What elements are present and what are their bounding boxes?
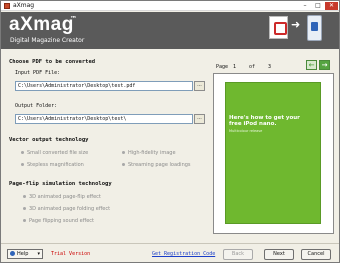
bullet-icon [23,219,26,222]
preview-page [225,82,321,224]
window-title: aXmag [13,2,35,9]
vector-option: Small converted file size [21,150,88,156]
input-pdf-label: Input PDF File: [15,70,61,76]
registration-code-link[interactable]: Get Registration Code [152,251,215,257]
brand-logo: aXmag [9,14,74,35]
pdf-document-icon [269,16,288,39]
bullet-icon [21,163,24,166]
app-header: aXmag ™ Digital Magazine Creator ➜ [1,12,339,49]
title-bar: aXmag – □ ✕ [1,1,339,11]
page-flip-option: 3D animated page folding effect [23,206,110,212]
previous-page-button[interactable]: ← [306,60,317,70]
choose-pdf-title: Choose PDF to be converted [9,59,96,65]
next-page-button[interactable]: → [319,60,330,70]
current-page: 1 [233,64,237,70]
input-pdf-field[interactable]: C:\Users\Administrator\Desktop\test.pdf [15,81,193,91]
trademark-mark: ™ [70,15,77,23]
next-button[interactable]: Next [264,249,294,260]
page-label: Page [216,64,229,70]
trial-version-label: Trial Version [51,251,91,257]
cancel-button[interactable]: Cancel [301,249,331,260]
bullet-icon [122,151,125,154]
preview-subtext: Multicolour release [229,129,263,133]
back-button[interactable]: Back [223,249,253,260]
ipod-device-icon [307,15,322,41]
page-flip-option: 3D animated page-flip effect [23,194,101,200]
output-folder-label: Output Folder: [15,103,58,109]
maximize-button[interactable]: □ [312,2,324,10]
vector-output-title: Vector output technology [9,137,89,143]
arrow-right-icon: ➜ [291,18,301,31]
minimize-button[interactable]: – [299,2,311,10]
vector-option: Stepless magnification [21,162,84,168]
total-pages: 3 [268,64,272,70]
page-flip-option: Page flipping sound effect [23,218,94,224]
chevron-down-icon: ▾ [37,251,40,257]
bullet-icon [21,151,24,154]
app-icon [4,3,10,9]
close-button[interactable]: ✕ [325,2,338,10]
vector-option: Streaming page loadings [122,162,191,168]
footer-divider [1,243,339,244]
bullet-icon [23,207,26,210]
browse-output-button[interactable]: ... [194,114,205,124]
tagline: Digital Magazine Creator [10,37,85,44]
help-button[interactable]: Help ▾ [7,249,43,259]
preview-headline: Here's how to get your free iPod nano. [229,115,300,127]
bullet-icon [122,163,125,166]
help-icon [10,251,15,256]
browse-input-button[interactable]: ... [194,81,205,91]
bullet-icon [23,195,26,198]
vector-option: High-fidelity image [122,150,176,156]
of-label: of [249,64,256,70]
page-flip-title: Page-flip simulation technology [9,181,112,187]
app-window: aXmag – □ ✕ aXmag ™ Digital Magazine Cre… [0,0,340,263]
output-folder-field[interactable]: C:\Users\Administrator\Desktop\test\ [15,114,193,124]
